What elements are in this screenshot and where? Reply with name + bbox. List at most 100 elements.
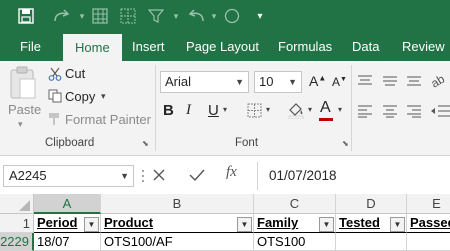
format-painter-brush-icon xyxy=(48,112,62,126)
cell-c2229[interactable]: OTS100 xyxy=(254,233,336,251)
tab-data[interactable]: Data xyxy=(352,32,379,61)
redo-arrow-icon[interactable] xyxy=(50,6,74,26)
fill-color-chevron-icon[interactable]: ▾ xyxy=(308,105,312,114)
top-align-icon[interactable] xyxy=(357,74,373,88)
row-header[interactable]: 1 xyxy=(0,214,34,233)
scissors-icon xyxy=(48,67,62,81)
column-header-c[interactable]: C xyxy=(254,194,336,214)
decrease-font-size-icon[interactable]: A▼ xyxy=(332,75,347,89)
font-group-label: Font xyxy=(235,137,259,149)
group-divider xyxy=(155,65,156,151)
header-cell-text: Period xyxy=(37,215,78,230)
table-grid-icon[interactable] xyxy=(90,6,110,26)
bold-icon[interactable]: B xyxy=(163,102,174,119)
borders-chevron-icon[interactable]: ▾ xyxy=(266,105,270,114)
ribbon-home: Paste ▾ Cut Copy ▾ Format Painter Clipbo… xyxy=(0,61,450,156)
filter-dropdown-icon[interactable]: ▼ xyxy=(84,217,99,232)
tab-insert[interactable]: Insert xyxy=(132,32,165,61)
font-color-chevron-icon[interactable]: ▾ xyxy=(338,105,342,114)
paste-dropdown-chevron-icon[interactable]: ▾ xyxy=(18,119,23,130)
circle-icon[interactable] xyxy=(222,6,242,26)
paste-button[interactable]: Paste xyxy=(8,102,41,117)
font-color-icon[interactable]: A xyxy=(320,99,331,117)
align-left-icon[interactable] xyxy=(357,104,373,118)
chevron-down-icon: ▼ xyxy=(288,77,297,87)
font-name-value: Arial xyxy=(165,74,192,89)
header-cell-family[interactable]: Family ▼ xyxy=(254,214,336,233)
paste-clipboard-icon[interactable] xyxy=(8,65,38,103)
title-bar: ▾ ▾ ▾ ▾ xyxy=(0,0,450,32)
increase-font-size-icon[interactable]: A▲ xyxy=(309,73,326,89)
header-cell-tested[interactable]: Tested ▼ xyxy=(336,214,407,233)
tab-review[interactable]: Review xyxy=(402,32,445,61)
cut-button[interactable]: Cut xyxy=(65,66,85,81)
header-cell-passed[interactable]: Passed xyxy=(407,214,450,233)
customize-qat-icon[interactable]: ▾ xyxy=(254,6,266,26)
chevron-down-icon[interactable]: ▾ xyxy=(170,6,182,26)
enter-checkmark-icon[interactable] xyxy=(189,168,205,182)
svg-text:ab: ab xyxy=(430,72,447,89)
header-cell-text: Passed xyxy=(410,215,450,230)
column-header-d[interactable]: D xyxy=(336,194,407,214)
borders-icon[interactable] xyxy=(247,103,262,118)
tab-file[interactable]: File xyxy=(20,32,41,61)
decrease-indent-icon[interactable] xyxy=(430,104,450,118)
fill-color-bucket-icon[interactable] xyxy=(287,101,305,120)
chevron-down-icon: ▼ xyxy=(235,77,244,87)
cell-a2229[interactable]: 18/07 xyxy=(34,233,101,251)
orientation-icon[interactable]: ab xyxy=(428,71,450,91)
chevron-down-icon[interactable]: ▾ xyxy=(76,6,88,26)
font-size-dropdown[interactable]: 10 ▼ xyxy=(254,71,302,93)
cancel-x-icon[interactable] xyxy=(152,168,166,182)
cell-d2229[interactable] xyxy=(336,233,407,251)
copy-button[interactable]: Copy xyxy=(65,89,95,104)
filter-dropdown-icon[interactable]: ▼ xyxy=(390,217,405,232)
filter-dropdown-icon[interactable]: ▼ xyxy=(319,217,334,232)
middle-align-icon[interactable] xyxy=(382,74,398,88)
clipboard-dialog-launcher-icon[interactable]: ⬊ xyxy=(142,139,149,148)
header-cell-period[interactable]: Period ▼ xyxy=(34,214,101,233)
tab-page-layout[interactable]: Page Layout xyxy=(186,32,259,61)
column-header-b[interactable]: B xyxy=(101,194,254,214)
chevron-down-icon: ▼ xyxy=(120,171,129,181)
align-center-icon[interactable] xyxy=(382,104,398,118)
undo-icon[interactable] xyxy=(186,6,206,26)
font-name-dropdown[interactable]: Arial ▼ xyxy=(160,71,249,93)
header-cell-text: Product xyxy=(104,215,154,230)
filter-dropdown-icon[interactable]: ▼ xyxy=(237,217,252,232)
tab-home[interactable]: Home xyxy=(63,34,122,61)
chevron-down-icon[interactable]: ▾ xyxy=(208,6,220,26)
underline-chevron-icon[interactable]: ▾ xyxy=(223,105,227,114)
bottom-align-icon[interactable] xyxy=(406,74,422,88)
header-cell-text: Family xyxy=(257,215,299,230)
font-dialog-launcher-icon[interactable]: ⬊ xyxy=(342,139,349,148)
name-box-value: A2245 xyxy=(9,168,47,183)
save-icon[interactable] xyxy=(16,6,36,26)
row-header[interactable]: 2229 xyxy=(0,233,34,251)
format-painter-button[interactable]: Format Painter xyxy=(65,112,151,127)
insert-function-fx-icon[interactable]: fx xyxy=(226,164,237,181)
align-right-icon[interactable] xyxy=(406,104,422,118)
formula-input[interactable]: 01/07/2018 xyxy=(257,162,450,190)
name-box[interactable]: A2245 ▼ xyxy=(3,165,134,187)
copy-dropdown-chevron-icon[interactable]: ▾ xyxy=(101,91,106,102)
copy-icon xyxy=(48,89,62,103)
tab-formulas[interactable]: Formulas xyxy=(278,32,332,61)
column-header-e[interactable]: E xyxy=(407,194,450,214)
group-divider xyxy=(351,65,352,151)
underline-icon[interactable]: U xyxy=(208,102,219,119)
select-all-corner[interactable] xyxy=(0,194,34,214)
borders-icon[interactable] xyxy=(118,6,138,26)
cell-e2229[interactable] xyxy=(407,233,450,251)
header-cell-product[interactable]: Product ▼ xyxy=(101,214,254,233)
font-color-swatch xyxy=(319,118,333,121)
cell-b2229[interactable]: OTS100/AF xyxy=(101,233,254,251)
font-size-value: 10 xyxy=(259,74,274,89)
ribbon-tab-bar: File Home Insert Page Layout Formulas Da… xyxy=(0,32,450,61)
column-header-a[interactable]: A xyxy=(34,194,101,214)
italic-icon[interactable]: I xyxy=(186,102,191,119)
clipboard-group-label: Clipboard xyxy=(45,137,95,149)
header-cell-text: Tested xyxy=(339,215,380,230)
formula-bar-grip-icon[interactable] xyxy=(141,167,145,185)
filter-funnel-icon[interactable] xyxy=(146,6,166,26)
